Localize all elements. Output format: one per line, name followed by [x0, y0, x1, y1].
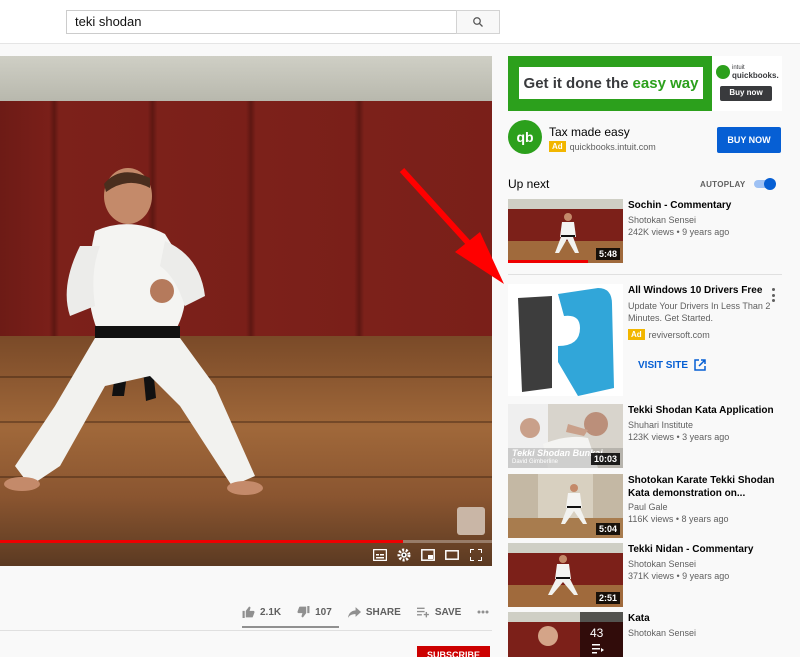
video-title[interactable]: Tekki Nidan - Commentary — [628, 543, 778, 556]
save-button[interactable]: SAVE — [416, 606, 462, 618]
quickbooks-logo-icon — [716, 65, 730, 79]
divider — [0, 630, 492, 631]
subscribe-button[interactable]: SUBSCRIBE — [417, 646, 490, 657]
thumbs-up-icon — [242, 606, 255, 618]
subtitles-icon[interactable] — [371, 547, 388, 564]
banner-headline-text: Get it done the — [523, 74, 629, 92]
share-icon — [347, 606, 361, 618]
ad-card-title[interactable]: All Windows 10 Drivers Free — [628, 284, 778, 297]
banner-ad-brand-panel: intuit quickbooks. Buy now — [712, 56, 782, 111]
theater-mode-icon[interactable] — [443, 547, 460, 564]
divider — [508, 274, 782, 275]
channel-name: Shuhari Institute — [628, 420, 694, 430]
banner-ad[interactable]: Get it done the easy way intuit quickbook… — [508, 56, 782, 111]
banner-ad-headline: Get it done the easy way — [516, 64, 706, 102]
video-title[interactable]: Tekki Shodan Kata Application — [628, 404, 778, 417]
visit-site-label: VISIT SITE — [638, 359, 689, 371]
list-item[interactable]: 5:04 Shotokan Karate Tekki Shodan Kata d… — [508, 474, 782, 538]
thumbs-down-icon — [297, 606, 310, 618]
video-duration: 5:04 — [595, 523, 620, 535]
dislike-count: 107 — [315, 606, 332, 618]
video-views: 123K views • 3 years ago — [628, 432, 730, 442]
ad-title: Tax made easy — [549, 125, 630, 139]
save-label: SAVE — [434, 606, 462, 618]
buy-now-button[interactable]: BUY NOW — [717, 127, 781, 153]
miniplayer-icon[interactable] — [419, 547, 436, 564]
dislike-button[interactable]: 107 — [297, 606, 332, 618]
ad-badge: Ad — [549, 141, 566, 152]
video-thumbnail[interactable]: 5:48 — [508, 199, 623, 263]
list-item[interactable]: 43 Kata Shotokan Sensei — [508, 612, 782, 657]
ad-domain: reviversoft.com — [648, 329, 710, 340]
like-count: 2.1K — [260, 606, 282, 618]
toggle-knob — [764, 178, 776, 190]
more-vertical-icon[interactable] — [770, 288, 776, 302]
karateka-figure — [4, 168, 263, 495]
masthead: teki shodan — [0, 0, 800, 44]
channel-name: Shotokan Sensei — [628, 215, 697, 225]
video-progress-fill — [0, 540, 404, 543]
video-player[interactable] — [0, 56, 492, 566]
up-next-heading: Up next — [508, 177, 550, 191]
thumbnail-overlay-subtitle: David Gimberline — [512, 459, 559, 465]
settings-gear-icon[interactable] — [395, 547, 412, 564]
ad-card-description: Update Your Drivers In Less Than 2 Minut… — [628, 301, 771, 323]
video-progress-bar[interactable] — [0, 540, 492, 543]
channel-name: Shotokan Sensei — [628, 559, 697, 569]
video-views: 116K views • 8 years ago — [628, 514, 729, 524]
reviversoft-logo-icon — [508, 284, 623, 396]
search-icon — [473, 17, 483, 27]
video-title[interactable]: Kata — [628, 612, 778, 625]
brand-text: quickbooks. — [732, 71, 779, 80]
search-input[interactable]: teki shodan — [66, 10, 457, 34]
youtube-watch-page: teki shodan 2.1K 107 SHARE SAVE SUBSCRIB… — [0, 0, 800, 657]
banner-headline-accent: easy way — [632, 74, 699, 92]
visit-site-button[interactable]: VISIT SITE — [628, 352, 713, 378]
ad-thumbnail[interactable] — [508, 284, 623, 396]
autoplay-toggle[interactable] — [752, 178, 776, 190]
ad-domain: quickbooks.intuit.com — [569, 141, 656, 152]
autoplay-label: AUTOPLAY — [700, 180, 746, 189]
quickbooks-logo: intuit quickbooks. — [716, 64, 779, 80]
add-to-playlist-icon — [416, 607, 429, 617]
banner-buy-now-button[interactable]: Buy now — [720, 86, 772, 101]
video-title[interactable]: Sochin - Commentary — [628, 199, 778, 212]
video-duration: 10:03 — [590, 453, 620, 465]
playlist-thumbnail[interactable]: 43 — [508, 612, 623, 657]
more-actions-button[interactable] — [477, 610, 489, 614]
sponsored-video-card[interactable]: All Windows 10 Drivers Free Update Your … — [508, 284, 782, 396]
list-item[interactable]: Tekki Shodan Bunkai David Gimberline 10:… — [508, 404, 782, 468]
more-horizontal-icon — [477, 610, 489, 614]
channel-name: Paul Gale — [628, 502, 668, 512]
list-item[interactable]: 5:48 Sochin - Commentary Shotokan Sensei… — [508, 199, 782, 263]
playlist-count: 43 — [590, 626, 604, 640]
like-button[interactable]: 2.1K — [242, 606, 281, 618]
share-label: SHARE — [365, 606, 401, 618]
video-thumbnail[interactable]: Tekki Shodan Bunkai David Gimberline 10:… — [508, 404, 623, 468]
video-duration: 5:48 — [595, 248, 620, 260]
video-thumbnail[interactable]: 2:51 — [508, 543, 623, 607]
companion-ad[interactable]: qb Tax made easy Ad quickbooks.intuit.co… — [508, 120, 782, 160]
video-duration: 2:51 — [595, 592, 620, 604]
channel-name: Shotokan Sensei — [628, 628, 697, 638]
search-button[interactable] — [456, 10, 500, 34]
video-views: 242K views • 9 years ago — [628, 227, 730, 237]
video-thumbnail[interactable]: 5:04 — [508, 474, 623, 538]
video-actions: 2.1K 107 SHARE SAVE — [242, 600, 492, 624]
playlist-icon — [592, 644, 604, 654]
ad-meta: Ad quickbooks.intuit.com — [549, 141, 656, 152]
ad-card-meta: Ad reviversoft.com — [628, 329, 710, 340]
list-item[interactable]: 2:51 Tekki Nidan - Commentary Shotokan S… — [508, 543, 782, 607]
like-ratio-bar — [242, 626, 339, 628]
ad-badge: Ad — [628, 329, 645, 340]
video-views: 371K views • 9 years ago — [628, 571, 730, 581]
video-title[interactable]: Shotokan Karate Tekki Shodan Kata demons… — [628, 474, 778, 500]
external-link-icon — [694, 359, 706, 371]
share-button[interactable]: SHARE — [347, 606, 401, 618]
channel-watermark[interactable] — [457, 507, 485, 535]
fullscreen-icon[interactable] — [467, 547, 484, 564]
player-controls — [360, 544, 490, 566]
advertiser-logo-icon: qb — [508, 120, 542, 154]
thumbnail-overlay-title: Tekki Shodan Bunkai — [512, 448, 603, 458]
